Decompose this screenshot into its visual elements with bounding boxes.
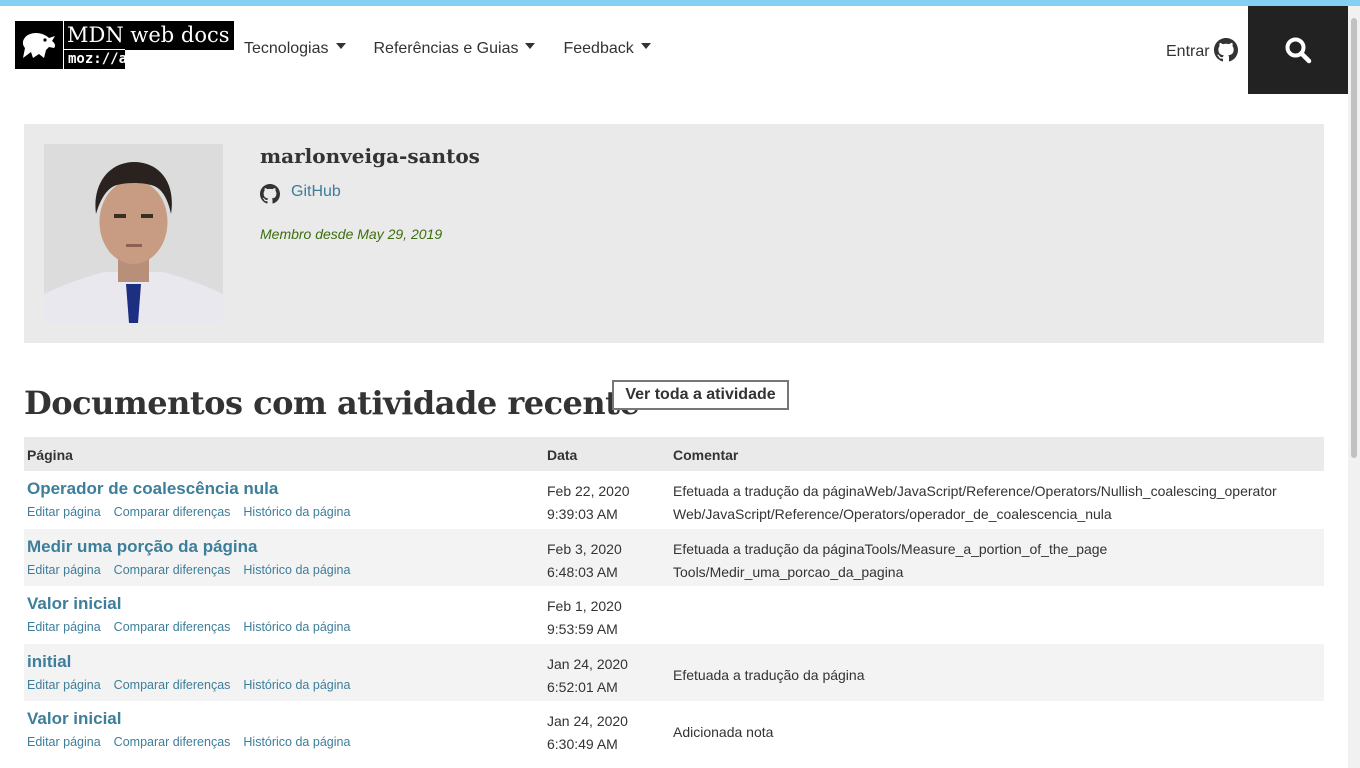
logo-wordmark: MDN web docs moz://a xyxy=(63,21,234,69)
compare-diff-link[interactable]: Comparar diferenças xyxy=(114,505,231,519)
edit-page-link[interactable]: Editar página xyxy=(27,735,101,749)
row-date-day: Feb 22, 2020 xyxy=(547,483,630,499)
row-actions: Editar página Comparar diferenças Histór… xyxy=(27,678,363,692)
github-link-label: GitHub xyxy=(291,183,341,200)
document-title-link[interactable]: Operador de coalescência nula xyxy=(27,479,278,499)
caret-down-icon xyxy=(640,43,651,49)
row-actions: Editar página Comparar diferenças Histór… xyxy=(27,505,363,519)
page-history-link[interactable]: Histórico da página xyxy=(243,563,350,577)
document-title-link[interactable]: initial xyxy=(27,652,71,672)
row-actions: Editar página Comparar diferenças Histór… xyxy=(27,620,363,634)
row-date: Jan 24, 2020 6:30:49 AM xyxy=(547,710,628,756)
user-profile-card: marlonveiga-santos GitHub Membro desde M… xyxy=(24,124,1324,343)
search-button[interactable] xyxy=(1248,6,1348,94)
signin-label: Entrar xyxy=(1166,43,1210,60)
row-date: Feb 1, 2020 9:53:59 AM xyxy=(547,595,622,641)
profile-username: marlonveiga-santos xyxy=(260,144,480,168)
table-row: initial Editar página Comparar diferença… xyxy=(24,643,1324,701)
github-profile-link[interactable]: GitHub xyxy=(260,180,341,204)
edit-page-link[interactable]: Editar página xyxy=(27,620,101,634)
row-comment-line2: Web/JavaScript/Reference/Operators/opera… xyxy=(673,506,1112,522)
row-date-day: Jan 24, 2020 xyxy=(547,655,628,672)
column-header-comment: Comentar xyxy=(673,447,739,463)
logo-title: MDN web docs xyxy=(64,21,234,49)
caret-down-icon xyxy=(525,43,536,49)
page-history-link[interactable]: Histórico da página xyxy=(243,505,350,519)
dino-logo-icon xyxy=(15,21,63,69)
edit-page-link[interactable]: Editar página xyxy=(27,678,101,692)
nav-references-guides-label: Referências e Guias xyxy=(373,40,519,57)
site-header: MDN web docs moz://a Tecnologias Referên… xyxy=(0,6,1360,94)
table-row: Operador de coalescência nula Editar pág… xyxy=(24,471,1324,529)
search-icon xyxy=(1285,37,1312,64)
compare-diff-link[interactable]: Comparar diferenças xyxy=(114,678,231,692)
row-comment: Adicionada nota xyxy=(673,721,773,744)
document-title-link[interactable]: Valor inicial xyxy=(27,594,122,614)
row-comment-line1: Efetuada a tradução da páginaTools/Measu… xyxy=(673,540,1108,557)
row-date-time: 6:30:49 AM xyxy=(547,736,618,752)
row-date-day: Jan 24, 2020 xyxy=(547,713,628,729)
row-comment: Efetuada a tradução da página xyxy=(673,664,865,687)
nav-technologies[interactable]: Tecnologias xyxy=(244,40,346,58)
github-icon xyxy=(260,184,280,204)
row-date-day: Feb 3, 2020 xyxy=(547,540,622,557)
avatar xyxy=(44,144,223,323)
column-header-date: Data xyxy=(547,447,578,463)
recent-activity-title: Documentos com atividade recente xyxy=(24,384,640,422)
page-history-link[interactable]: Histórico da página xyxy=(243,620,350,634)
row-comment: Efetuada a tradução da páginaTools/Measu… xyxy=(673,538,1107,584)
row-comment-line1: Efetuada a tradução da página xyxy=(673,666,865,683)
mozilla-wordmark: moz://a xyxy=(64,50,127,69)
edit-page-link[interactable]: Editar página xyxy=(27,563,101,577)
caret-down-icon xyxy=(335,43,346,49)
page-history-link[interactable]: Histórico da página xyxy=(243,678,350,692)
nav-technologies-label: Tecnologias xyxy=(244,40,329,57)
row-comment: Efetuada a tradução da páginaWeb/JavaScr… xyxy=(673,480,1277,526)
scrollbar-thumb[interactable] xyxy=(1351,18,1357,458)
row-date-time: 6:48:03 AM xyxy=(547,563,618,580)
table-row: Medir uma porção da página Editar página… xyxy=(24,528,1324,586)
row-date: Jan 24, 2020 6:52:01 AM xyxy=(547,653,628,699)
row-date-time: 9:53:59 AM xyxy=(547,621,618,637)
view-all-activity-button[interactable]: Ver toda a atividade xyxy=(612,380,789,410)
logo-rule xyxy=(125,48,234,50)
row-comment-line2: Tools/Medir_uma_porcao_da_pagina xyxy=(673,563,904,580)
member-since: Membro desde May 29, 2019 xyxy=(260,226,443,242)
document-title-link[interactable]: Medir uma porção da página xyxy=(27,537,258,557)
row-date-time: 9:39:03 AM xyxy=(547,506,618,522)
nav-references-guides[interactable]: Referências e Guias xyxy=(374,40,536,58)
main-nav: Tecnologias Referências e Guias Feedback xyxy=(244,40,679,58)
activity-table: Página Data Comentar Operador de coalesc… xyxy=(24,437,1324,759)
row-comment-line1: Efetuada a tradução da páginaWeb/JavaScr… xyxy=(673,483,1277,499)
row-date: Feb 3, 2020 6:48:03 AM xyxy=(547,538,622,584)
table-row: Valor inicial Editar página Comparar dif… xyxy=(24,586,1324,644)
document-title-link[interactable]: Valor inicial xyxy=(27,709,122,729)
github-icon xyxy=(1213,38,1238,62)
compare-diff-link[interactable]: Comparar diferenças xyxy=(114,735,231,749)
row-date-day: Feb 1, 2020 xyxy=(547,598,622,614)
column-header-page: Página xyxy=(27,447,73,463)
compare-diff-link[interactable]: Comparar diferenças xyxy=(114,620,231,634)
page-scrollbar[interactable] xyxy=(1348,6,1360,768)
page-history-link[interactable]: Histórico da página xyxy=(243,735,350,749)
row-date-time: 6:52:01 AM xyxy=(547,678,618,695)
row-actions: Editar página Comparar diferenças Histór… xyxy=(27,563,363,577)
row-comment-line1: Adicionada nota xyxy=(673,724,774,740)
row-date: Feb 22, 2020 9:39:03 AM xyxy=(547,480,630,526)
table-header: Página Data Comentar xyxy=(24,437,1324,471)
nav-feedback[interactable]: Feedback xyxy=(563,40,651,58)
edit-page-link[interactable]: Editar página xyxy=(27,505,101,519)
compare-diff-link[interactable]: Comparar diferenças xyxy=(114,563,231,577)
mdn-logo[interactable]: MDN web docs moz://a xyxy=(15,21,234,69)
table-row: Valor inicial Editar página Comparar dif… xyxy=(24,701,1324,759)
nav-feedback-label: Feedback xyxy=(563,40,634,57)
signin-link[interactable]: Entrar xyxy=(1166,36,1238,62)
row-actions: Editar página Comparar diferenças Histór… xyxy=(27,735,363,749)
